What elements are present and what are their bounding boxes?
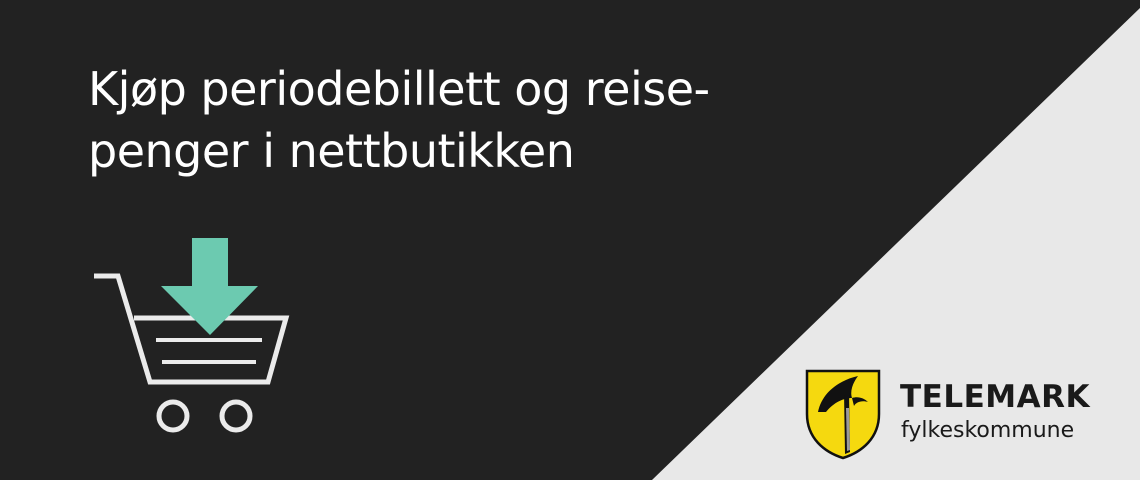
logo-subtitle: fylkeskommune bbox=[901, 418, 1075, 443]
logo-name: TELEMARK bbox=[900, 379, 1090, 415]
cart-wheel-icon bbox=[219, 399, 253, 433]
coat-of-arms-icon bbox=[805, 369, 881, 460]
shopping-cart-download-icon bbox=[94, 238, 290, 433]
banner: Kjøp periodebillett og reise- penger i n… bbox=[0, 0, 1140, 480]
headline-line-1: Kjøp periodebillett og reise- bbox=[88, 62, 710, 116]
headline: Kjøp periodebillett og reise- penger i n… bbox=[88, 58, 848, 182]
cart-wheel-icon bbox=[156, 399, 190, 433]
headline-line-2: penger i nettbutikken bbox=[88, 124, 575, 178]
telemark-logo: TELEMARK fylkeskommune bbox=[804, 368, 1114, 462]
